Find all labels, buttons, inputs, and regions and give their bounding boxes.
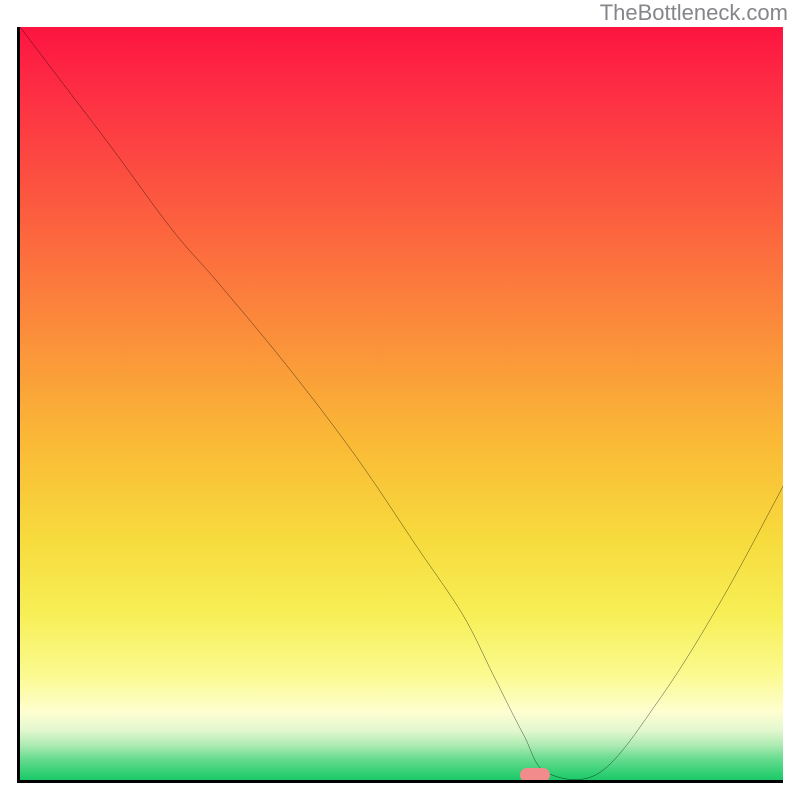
curve-layer [20,27,783,780]
plot-area [17,27,783,783]
bottleneck-curve-path [20,27,783,780]
watermark-text: TheBottleneck.com [600,0,788,26]
bottleneck-chart: TheBottleneck.com [0,0,800,800]
optimal-marker [520,768,550,782]
